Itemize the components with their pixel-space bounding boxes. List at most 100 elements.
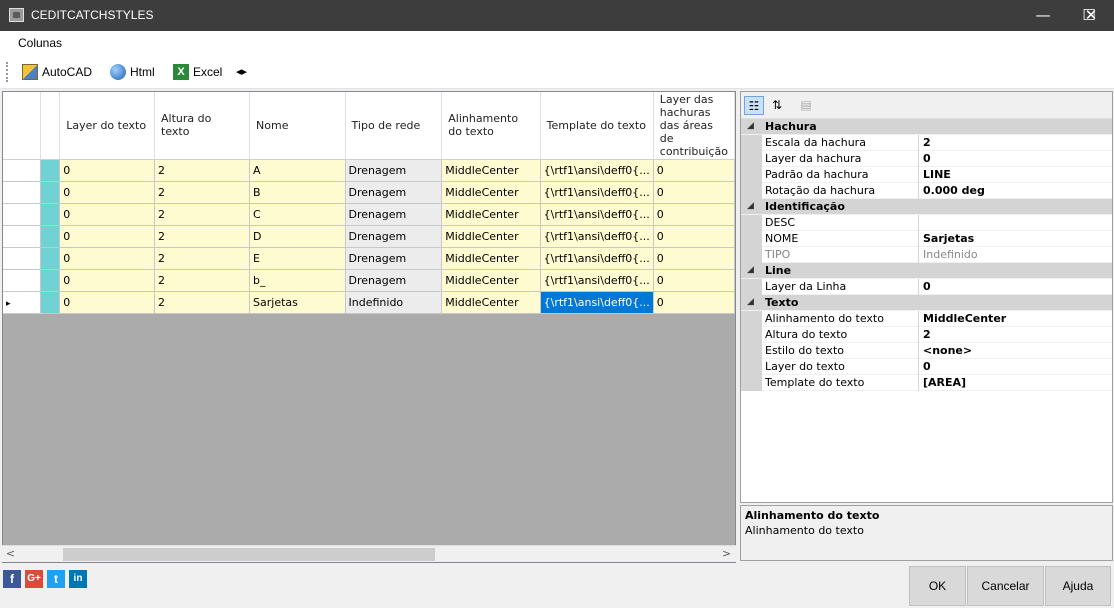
row-header[interactable]	[3, 269, 41, 292]
table-cell[interactable]: 2	[154, 181, 251, 204]
table-cell[interactable]: Indefinido	[345, 291, 443, 314]
table-cell[interactable]: 0	[59, 203, 156, 226]
row-header[interactable]	[3, 247, 41, 270]
property-value[interactable]: 0	[920, 151, 1112, 167]
table-cell[interactable]: 0	[59, 159, 156, 182]
table-cell[interactable]: Drenagem	[345, 181, 443, 204]
table-cell[interactable]: 0	[653, 181, 735, 204]
property-name[interactable]: Altura do texto	[762, 327, 919, 343]
menu-colunas[interactable]: Colunas	[18, 36, 62, 50]
property-value[interactable]: Indefinido	[920, 247, 1112, 263]
property-row[interactable]: TIPO Indefinido	[741, 247, 1112, 263]
linkedin-icon[interactable]: in	[69, 570, 87, 588]
table-cell[interactable]: E	[249, 247, 346, 270]
table-cell[interactable]: 2	[154, 225, 251, 248]
property-value[interactable]: 2	[920, 327, 1112, 343]
table-cell[interactable]: Drenagem	[345, 247, 443, 270]
color-cell[interactable]	[40, 269, 61, 292]
cancel-button[interactable]: Cancelar	[967, 566, 1044, 606]
property-row[interactable]: Layer do texto 0	[741, 359, 1112, 375]
property-row[interactable]: Layer da hachura 0	[741, 151, 1112, 167]
table-cell[interactable]: {\rtf1\ansi\deff0{...	[540, 181, 654, 204]
scroll-right-arrow[interactable]: >	[718, 546, 735, 563]
property-name[interactable]: Template do texto	[762, 375, 919, 391]
column-header[interactable]: Layer das hachuras das áreas de contribu…	[653, 92, 735, 160]
table-cell[interactable]: 0	[653, 291, 735, 314]
twitter-icon[interactable]: t	[47, 570, 65, 588]
property-row[interactable]: Alinhamento do texto MiddleCenter	[741, 311, 1112, 327]
collapse-icon[interactable]: ◢	[747, 201, 754, 211]
categorized-icon[interactable]: ☷	[744, 96, 764, 115]
property-name[interactable]: Layer da Linha	[762, 279, 919, 295]
property-row[interactable]: Altura do texto 2	[741, 327, 1112, 343]
table-cell[interactable]: 0	[653, 269, 735, 292]
table-row[interactable]: 0 2 B Drenagem MiddleCenter {\rtf1\ansi\deff0…	[3, 181, 735, 204]
property-value[interactable]: Sarjetas	[920, 231, 1112, 247]
table-cell[interactable]: MiddleCenter	[441, 291, 541, 314]
table-row[interactable]: 0 2 D Drenagem MiddleCenter {\rtf1\ansi\deff0…	[3, 225, 735, 248]
property-row[interactable]: Rotação da hachura 0.000 deg	[741, 183, 1112, 199]
table-cell[interactable]: {\rtf1\ansi\deff0{...	[540, 269, 654, 292]
google-plus-icon[interactable]: G+	[25, 570, 43, 588]
property-name[interactable]: Padrão da hachura	[762, 167, 919, 183]
property-category[interactable]: ◢ Texto	[741, 295, 1112, 311]
table-cell[interactable]: 2	[154, 203, 251, 226]
table-cell[interactable]: A	[249, 159, 346, 182]
table-cell[interactable]: MiddleCenter	[441, 225, 541, 248]
excel-button[interactable]: X Excel	[173, 63, 222, 81]
color-column-header[interactable]	[40, 92, 61, 160]
table-cell[interactable]: C	[249, 203, 346, 226]
sort-alpha-icon[interactable]: ⇅	[767, 96, 787, 115]
property-row[interactable]: Layer da Linha 0	[741, 279, 1112, 295]
table-cell[interactable]: 0	[653, 225, 735, 248]
row-header[interactable]	[3, 203, 41, 226]
table-cell[interactable]: MiddleCenter	[441, 181, 541, 204]
table-cell[interactable]: 0	[653, 203, 735, 226]
table-cell[interactable]: Drenagem	[345, 203, 443, 226]
property-name[interactable]: DESC	[762, 215, 919, 231]
property-row[interactable]: DESC	[741, 215, 1112, 231]
overflow-button[interactable]: ◂▸	[236, 63, 251, 81]
table-row[interactable]: ▸ 0 2 Sarjetas Indefinido MiddleCenter {\rtf1\…	[3, 291, 735, 314]
collapse-icon[interactable]: ◢	[747, 265, 754, 275]
color-cell[interactable]	[40, 203, 61, 226]
column-header[interactable]: Template do texto	[540, 92, 654, 160]
ok-button[interactable]: OK	[909, 566, 966, 606]
column-header[interactable]: Tipo de rede	[345, 92, 443, 160]
scroll-left-arrow[interactable]: <	[2, 546, 19, 563]
minimize-button[interactable]: —	[1020, 0, 1066, 31]
toolbar-grip[interactable]	[6, 62, 8, 82]
property-row[interactable]: Escala da hachura 2	[741, 135, 1112, 151]
row-header[interactable]	[3, 225, 41, 248]
property-category[interactable]: ◢ Line	[741, 263, 1112, 279]
scroll-thumb[interactable]	[63, 548, 435, 561]
table-row[interactable]: 0 2 b_ Drenagem MiddleCenter {\rtf1\ansi\deff…	[3, 269, 735, 292]
property-name[interactable]: Rotação da hachura	[762, 183, 919, 199]
row-header[interactable]	[3, 181, 41, 204]
table-cell[interactable]: D	[249, 225, 346, 248]
property-name[interactable]: NOME	[762, 231, 919, 247]
property-value[interactable]	[920, 215, 1112, 231]
facebook-icon[interactable]: f	[3, 570, 21, 588]
property-value[interactable]: <none>	[920, 343, 1112, 359]
table-row[interactable]: 0 2 E Drenagem MiddleCenter {\rtf1\ansi\deff0…	[3, 247, 735, 270]
property-pages-icon[interactable]: ▤	[796, 96, 816, 115]
table-cell[interactable]: Sarjetas	[249, 291, 346, 314]
property-row[interactable]: Padrão da hachura LINE	[741, 167, 1112, 183]
property-name[interactable]: Alinhamento do texto	[762, 311, 919, 327]
property-value[interactable]: [AREA]	[920, 375, 1112, 391]
property-name[interactable]: Estilo do texto	[762, 343, 919, 359]
table-cell[interactable]: Drenagem	[345, 269, 443, 292]
table-cell[interactable]: MiddleCenter	[441, 247, 541, 270]
column-header[interactable]: Altura do texto	[154, 92, 251, 160]
collapse-icon[interactable]: ◢	[747, 297, 754, 307]
property-row[interactable]: Estilo do texto <none>	[741, 343, 1112, 359]
table-cell[interactable]: {\rtf1\ansi\deff0{...	[540, 291, 654, 314]
table-cell[interactable]: 2	[154, 269, 251, 292]
property-category[interactable]: ◢ Identificação	[741, 199, 1112, 215]
table-cell[interactable]: 2	[154, 159, 251, 182]
table-row[interactable]: 0 2 A Drenagem MiddleCenter {\rtf1\ansi\deff0…	[3, 159, 735, 182]
property-name[interactable]: Layer da hachura	[762, 151, 919, 167]
property-category[interactable]: ◢ Hachura	[741, 119, 1112, 135]
property-row[interactable]: Template do texto [AREA]	[741, 375, 1112, 391]
